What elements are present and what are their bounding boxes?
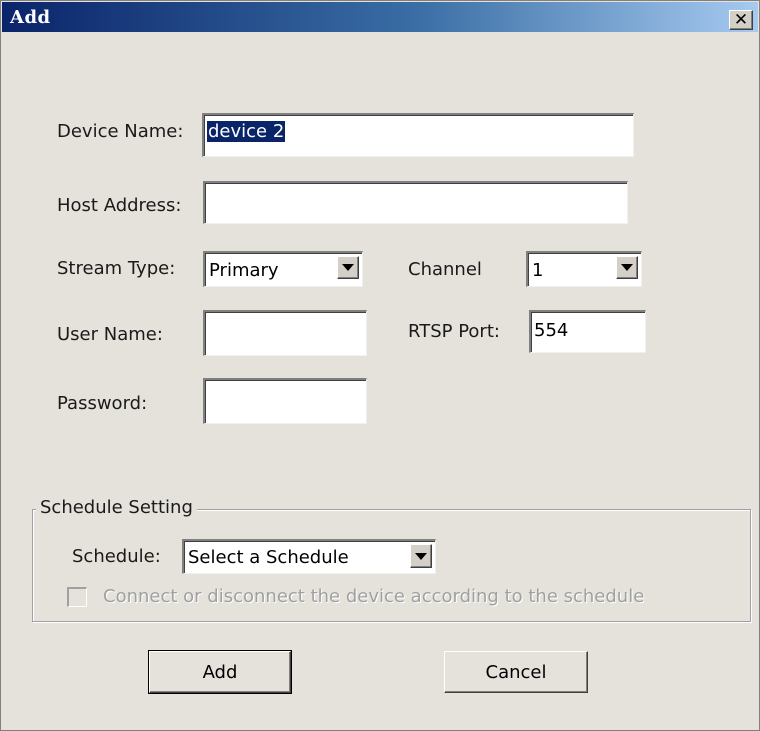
password-label: Password: — [57, 393, 148, 414]
device-name-field[interactable]: device 2 — [202, 113, 634, 157]
schedule-setting-title: Schedule Setting — [36, 497, 197, 518]
stream-type-dropdown-button[interactable] — [337, 256, 359, 279]
cancel-button[interactable]: Cancel — [444, 651, 588, 693]
password-field[interactable] — [203, 378, 367, 424]
rtsp-port-value: 554 — [534, 320, 569, 341]
user-name-field[interactable] — [203, 310, 367, 356]
device-name-label: Device Name: — [57, 121, 184, 142]
add-button-label: Add — [202, 661, 238, 683]
schedule-connect-checkbox[interactable] — [67, 587, 87, 607]
cancel-button-label: Cancel — [485, 661, 547, 683]
close-icon: ✕ — [733, 9, 749, 30]
chevron-down-icon — [415, 552, 427, 560]
chevron-down-icon — [621, 264, 633, 271]
schedule-value: Select a Schedule — [188, 547, 349, 568]
channel-dropdown-button[interactable] — [616, 256, 638, 279]
schedule-select[interactable]: Select a Schedule — [182, 539, 436, 574]
chevron-down-icon — [342, 264, 354, 271]
schedule-connect-checkbox-label: Connect or disconnect the device accordi… — [103, 586, 645, 607]
schedule-dropdown-button[interactable] — [410, 544, 432, 568]
schedule-label: Schedule: — [72, 546, 161, 567]
add-device-dialog: Add ✕ Device Name: device 2 Host Address… — [0, 0, 760, 731]
stream-type-value: Primary — [209, 260, 279, 281]
host-address-field[interactable] — [203, 181, 628, 224]
stream-type-label: Stream Type: — [57, 258, 176, 279]
user-name-label: User Name: — [57, 324, 163, 345]
add-button[interactable]: Add — [148, 650, 292, 694]
close-button[interactable]: ✕ — [729, 10, 753, 30]
title-bar[interactable]: Add — [2, 2, 758, 32]
dialog-title: Add — [10, 7, 51, 28]
channel-select[interactable]: 1 — [526, 251, 642, 287]
stream-type-select[interactable]: Primary — [203, 251, 363, 287]
device-name-value: device 2 — [207, 121, 286, 142]
rtsp-port-field[interactable]: 554 — [529, 310, 646, 353]
host-address-label: Host Address: — [57, 195, 182, 216]
channel-value: 1 — [532, 260, 544, 281]
rtsp-port-label: RTSP Port: — [408, 321, 500, 342]
channel-label: Channel — [408, 259, 482, 280]
